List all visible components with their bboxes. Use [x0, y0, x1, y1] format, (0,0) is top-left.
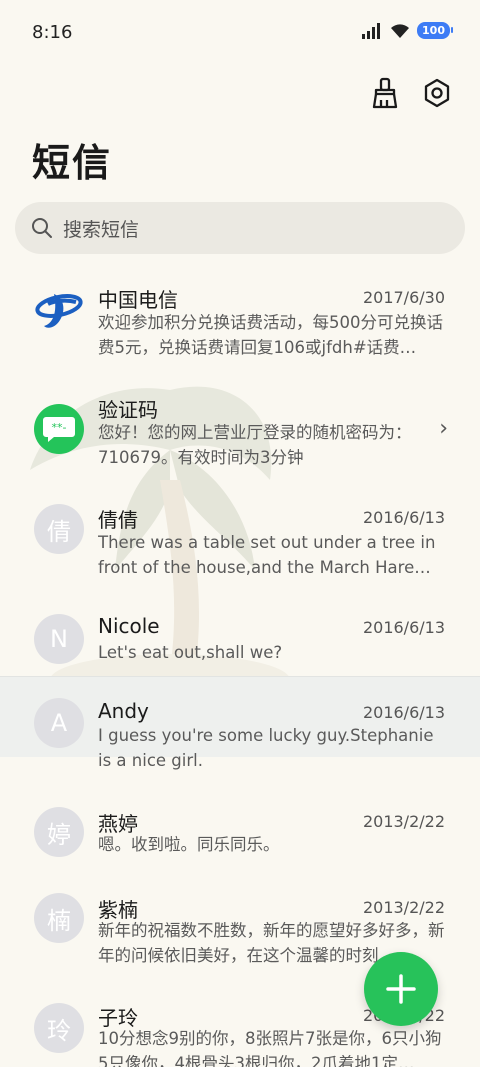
signal-icon — [362, 22, 381, 39]
broom-icon[interactable] — [368, 76, 402, 110]
battery-indicator: 100 — [417, 22, 453, 39]
status-time: 8:16 — [32, 22, 73, 43]
contact-name: 中国电信 — [98, 288, 178, 312]
message-date: 2016/6/13 — [362, 508, 445, 527]
message-preview: 欢迎参加积分兑换话费活动，每500分可兑换话费5元，兑换话费请回复106或jfd… — [98, 313, 443, 357]
status-bar: 8:16 100 — [0, 0, 480, 68]
message-date: 2013/2/22 — [362, 898, 445, 917]
avatar: 婷 — [34, 807, 84, 857]
conversation-row[interactable]: 中国电信 2017/6/30 欢迎参加积分兑换话费活动，每500分可兑换话费5元… — [0, 272, 480, 372]
message-preview: 嗯。收到啦。同乐同乐。 — [98, 835, 280, 854]
avatar: 玲 — [34, 1003, 84, 1053]
avatar: A — [34, 698, 84, 748]
avatar: 倩 — [34, 504, 84, 554]
conversation-row[interactable]: 倩 倩倩 2016/6/13 There was a table set out… — [0, 492, 480, 592]
page-title: 短信 — [32, 141, 113, 185]
message-date: 2016/6/13 — [362, 618, 445, 637]
new-message-button[interactable] — [364, 952, 438, 1026]
conversation-row[interactable]: N Nicole 2016/6/13 Let's eat out,shall w… — [0, 602, 480, 676]
message-preview: There was a table set out under a tree i… — [98, 533, 436, 577]
contact-name: 倩倩 — [98, 508, 138, 532]
plus-icon — [386, 974, 416, 1004]
search-input[interactable]: 搜索短信 — [15, 202, 465, 254]
message-preview: 10分想念9别的你，8张照片7张是你，6只小狗5只像你，4根骨头3根归你，2爪着… — [98, 1029, 442, 1067]
svg-text:**-: **- — [52, 421, 67, 434]
message-preview: I guess you're some lucky guy.Stephanie … — [98, 726, 434, 770]
header-actions — [368, 76, 454, 110]
contact-name: Nicole — [98, 614, 160, 638]
message-date: 2017/6/30 — [362, 288, 445, 307]
settings-hexagon-icon[interactable] — [420, 76, 454, 110]
conversation-row[interactable]: **- 验证码 您好！您的网上营业厅登录的随机密码为：710679。有效时间为3… — [0, 382, 480, 482]
avatar: N — [34, 614, 84, 664]
contact-name: Andy — [98, 699, 149, 723]
search-icon — [32, 218, 52, 238]
message-preview: 您好！您的网上营业厅登录的随机密码为：710679。有效时间为3分钟 — [98, 423, 412, 467]
message-preview: Let's eat out,shall we? — [98, 643, 283, 662]
wifi-icon — [391, 23, 410, 38]
china-telecom-logo-icon — [34, 284, 84, 334]
avatar: 楠 — [34, 893, 84, 943]
conversation-row[interactable]: 婷 燕婷 2013/2/22 嗯。收到啦。同乐同乐。 — [0, 796, 480, 876]
chevron-right-icon[interactable]: › — [439, 416, 448, 441]
status-icons: 100 — [361, 22, 453, 39]
contact-name: 验证码 — [98, 398, 158, 422]
verification-code-icon: **- — [34, 404, 84, 454]
search-placeholder: 搜索短信 — [63, 218, 140, 241]
message-date: 2016/6/13 — [362, 703, 445, 722]
message-date: 2013/2/22 — [362, 812, 445, 831]
